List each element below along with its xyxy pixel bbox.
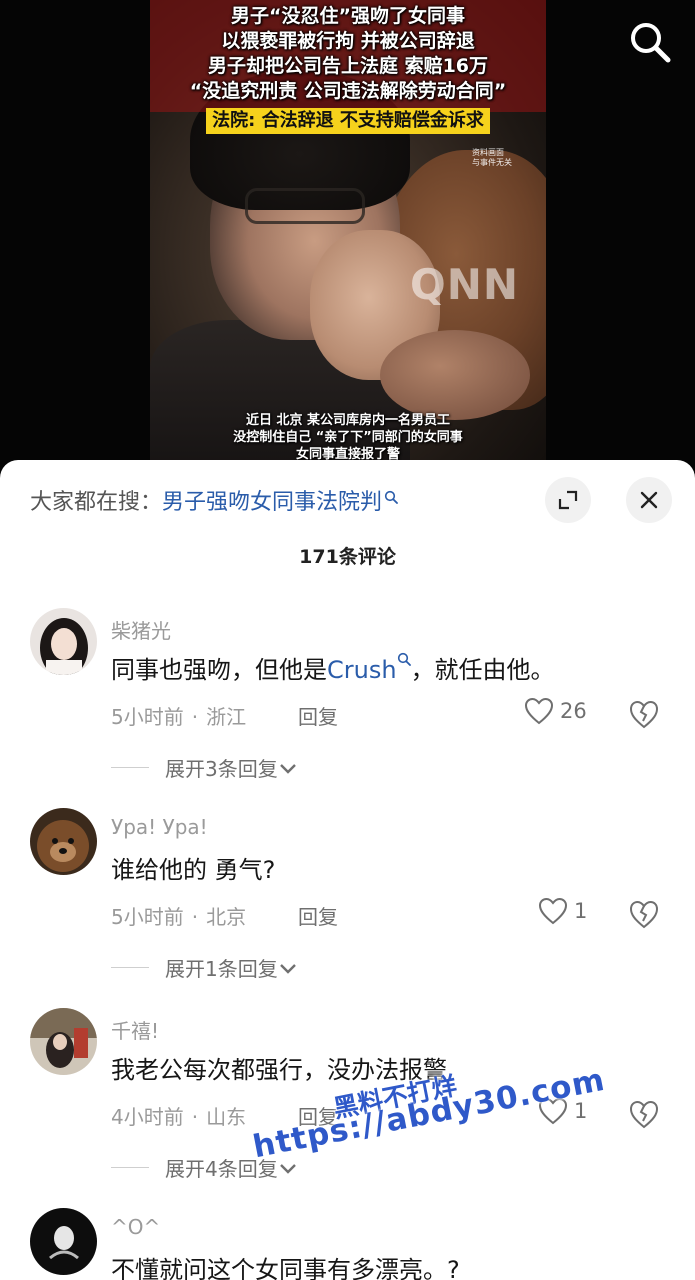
like-button[interactable]: 1 xyxy=(538,897,587,925)
headline-verdict: 法院: 合法辞退 不支持赔偿金诉求 xyxy=(206,108,490,134)
comment-text: 不懂就问这个女同事有多漂亮。? xyxy=(111,1256,460,1280)
divider-dash xyxy=(111,967,149,968)
close-sheet-button[interactable] xyxy=(626,477,672,523)
headline-line-2: 以猥亵罪被行拘 并被公司辞退 xyxy=(221,30,475,52)
divider-dash xyxy=(111,767,149,768)
comment-count: 171条评论 xyxy=(299,546,396,568)
like-count: 1 xyxy=(574,1099,588,1123)
comment-location: 浙江 xyxy=(206,705,247,729)
heart-icon xyxy=(538,1097,568,1125)
expand-replies-label: 展开3条回复 xyxy=(165,757,278,781)
chevron-down-icon xyxy=(279,763,296,774)
heart-icon xyxy=(524,697,554,725)
expand-icon xyxy=(558,490,578,510)
video-scene-glasses xyxy=(245,188,365,224)
divider-dash xyxy=(111,1167,149,1168)
qnn-logo: QNN xyxy=(410,260,520,309)
avatar[interactable] xyxy=(30,1008,97,1075)
reply-button[interactable]: 回复 xyxy=(298,701,338,730)
source-note: 资料画面 与事件无关 xyxy=(472,148,512,168)
comment-text: 谁给他的 勇气? xyxy=(111,856,276,884)
video-subtitle: 近日 北京 某公司库房内一名男员工 没控制住自己 “亲了下”同部门的女同事 女同… xyxy=(150,412,546,460)
comment-username[interactable]: 千禧! xyxy=(111,1015,159,1044)
small-search-icon xyxy=(384,485,398,504)
avatar[interactable] xyxy=(30,1208,97,1275)
comment-meta: 4小时前 · 山东 xyxy=(111,1105,247,1129)
like-button[interactable]: 26 xyxy=(524,697,587,725)
comment-text: 同事也强吻，但他是Crush ，就任由他。 xyxy=(111,650,555,685)
expand-replies-button[interactable]: 展开1条回复 xyxy=(111,953,298,982)
comment-meta: 5小时前 · 北京 xyxy=(111,905,247,929)
comment-location: 北京 xyxy=(206,905,247,929)
comment-meta: 5小时前 · 浙江 xyxy=(111,705,247,729)
expand-replies-button[interactable]: 展开4条回复 xyxy=(111,1153,298,1182)
broken-heart-icon xyxy=(629,900,659,929)
chevron-down-icon xyxy=(279,1163,296,1174)
close-icon xyxy=(640,491,658,509)
dislike-button[interactable] xyxy=(628,699,660,731)
comment-text: 我老公每次都强行，没办法报警 xyxy=(111,1056,447,1084)
comment-username[interactable]: ^O^ xyxy=(111,1215,160,1239)
headline-line-4: “没追究刑责 公司违法解除劳动合同” xyxy=(189,80,507,102)
search-icon[interactable] xyxy=(628,20,672,64)
broken-heart-icon xyxy=(629,700,659,729)
comment-text-part: 同事也强吻，但他是 xyxy=(111,656,327,684)
video-headline: 男子“没忍住”强吻了女同事 以猥亵罪被行拘 并被公司辞退 男子却把公司告上法庭 … xyxy=(150,4,546,134)
subtitle-line-1: 近日 北京 某公司库房内一名男员工 xyxy=(245,413,451,428)
comment-time: 5小时前 xyxy=(111,705,184,729)
trending-search[interactable]: 大家都在搜： 男子强吻女同事法院判 xyxy=(30,482,398,518)
chevron-down-icon xyxy=(279,963,296,974)
broken-heart-icon xyxy=(629,1100,659,1129)
like-button[interactable]: 1 xyxy=(538,1097,587,1125)
reply-button[interactable]: 回复 xyxy=(298,1101,338,1130)
expand-replies-label: 展开1条回复 xyxy=(165,957,278,981)
dislike-button[interactable] xyxy=(628,899,660,931)
headline-line-3: 男子却把公司告上法庭 索赔16万 xyxy=(207,55,489,77)
heart-icon xyxy=(538,897,568,925)
subtitle-line-2: 没控制住自己 “亲了下”同部门的女同事 xyxy=(233,430,463,445)
comment-text-part: ，就任由他。 xyxy=(410,656,555,684)
comment-username[interactable]: Ура! Ура! xyxy=(111,815,208,839)
comment-username[interactable]: 柴猪光 xyxy=(111,615,171,644)
video-player[interactable]: 男子“没忍住”强吻了女同事 以猥亵罪被行拘 并被公司辞退 男子却把公司告上法庭 … xyxy=(0,0,695,480)
expand-replies-button[interactable]: 展开3条回复 xyxy=(111,753,298,782)
small-search-icon xyxy=(397,652,411,666)
like-count: 26 xyxy=(560,699,587,723)
avatar[interactable] xyxy=(30,608,97,675)
video-scene-hand xyxy=(380,330,530,420)
expand-replies-label: 展开4条回复 xyxy=(165,1157,278,1181)
headline-line-1: 男子“没忍住”强吻了女同事 xyxy=(231,5,465,27)
comment-time: 5小时前 xyxy=(111,905,184,929)
trending-search-label: 大家都在搜： xyxy=(30,490,163,515)
expand-sheet-button[interactable] xyxy=(545,477,591,523)
video-frame[interactable]: 男子“没忍住”强吻了女同事 以猥亵罪被行拘 并被公司辞退 男子却把公司告上法庭 … xyxy=(150,0,546,460)
comment-location: 山东 xyxy=(206,1105,247,1129)
dislike-button[interactable] xyxy=(628,1099,660,1131)
reply-button[interactable]: 回复 xyxy=(298,901,338,930)
comments-sheet: 大家都在搜： 男子强吻女同事法院判 171条评论 柴猪光 同事也强吻，但他是Cr… xyxy=(0,460,695,1280)
avatar[interactable] xyxy=(30,808,97,875)
trending-search-query[interactable]: 男子强吻女同事法院判 xyxy=(162,484,382,516)
source-note-line-2: 与事件无关 xyxy=(472,158,512,167)
comment-time: 4小时前 xyxy=(111,1105,184,1129)
subtitle-line-3: 女同事直接报了警 xyxy=(295,447,400,460)
comment-search-link[interactable]: Crush xyxy=(327,656,397,684)
source-note-line-1: 资料画面 xyxy=(472,148,504,157)
like-count: 1 xyxy=(574,899,588,923)
